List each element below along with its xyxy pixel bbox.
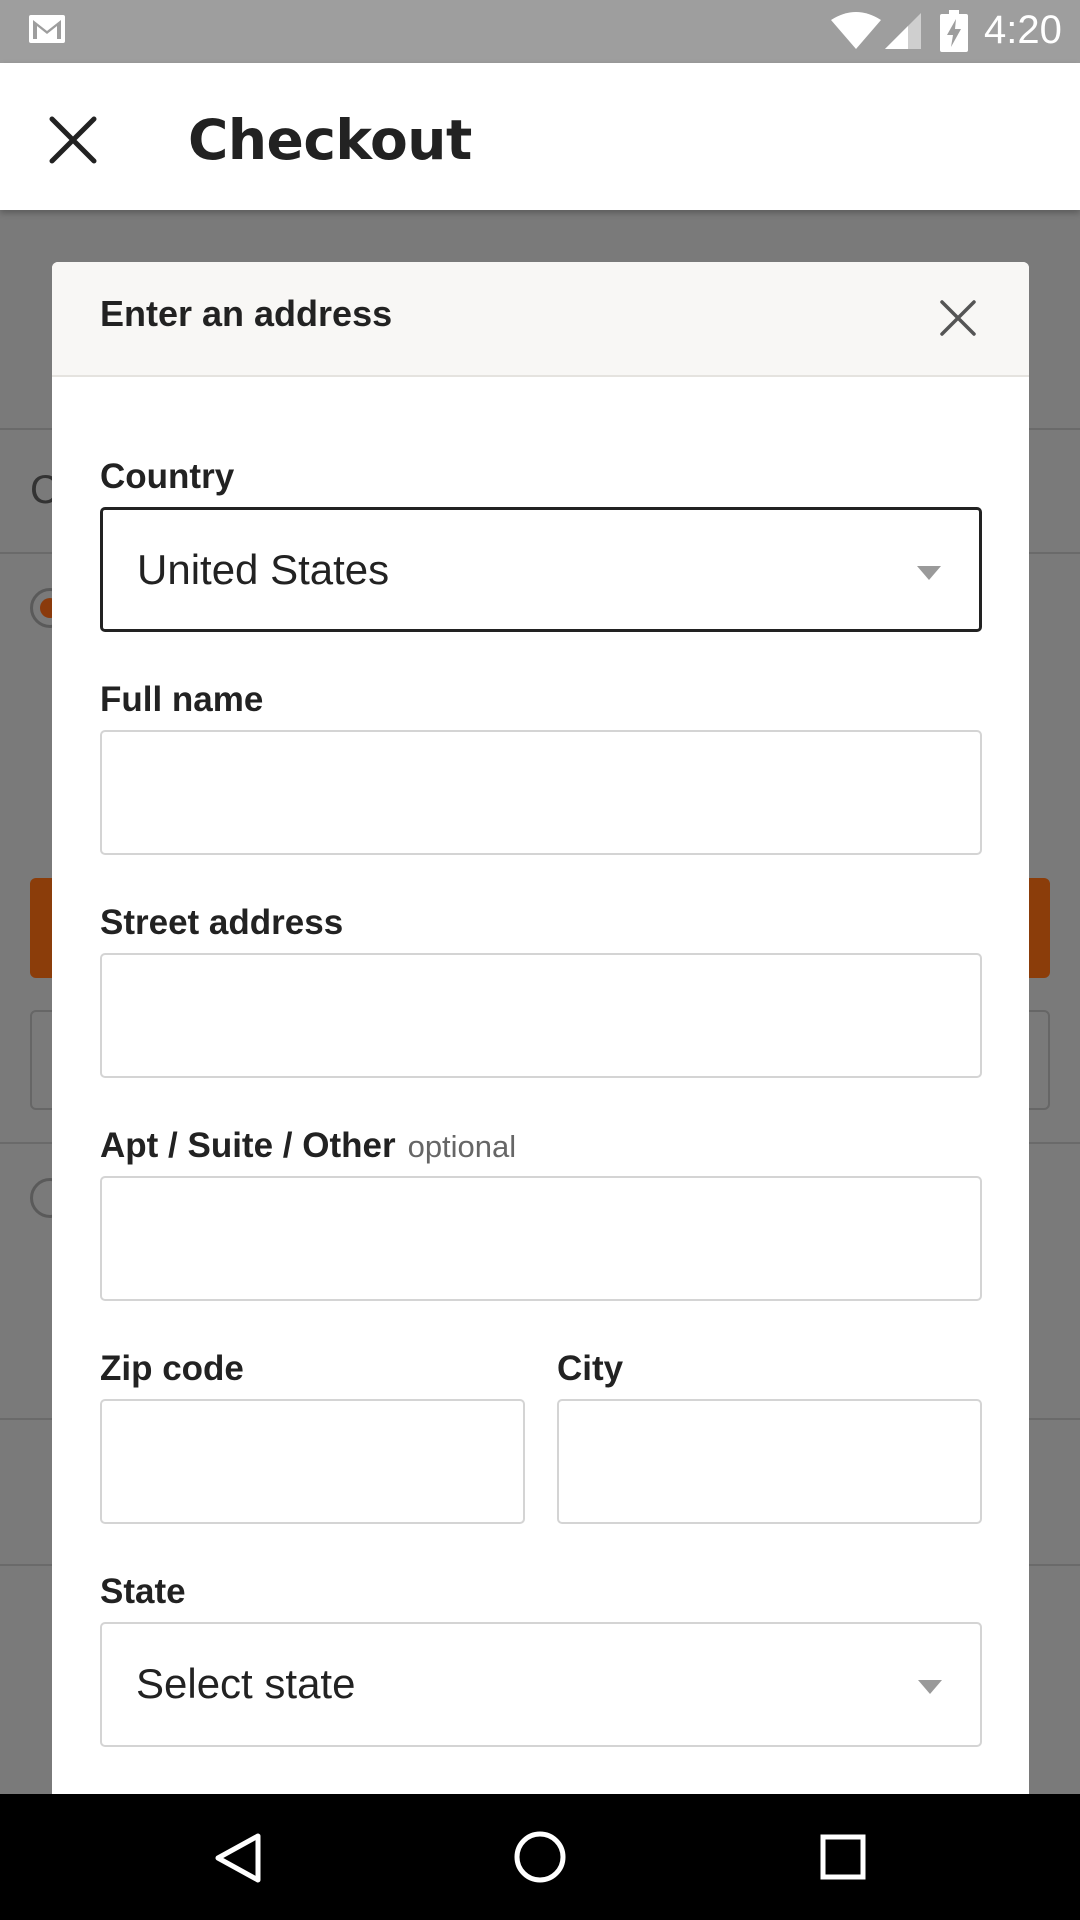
apt-input[interactable] (102, 1178, 980, 1299)
close-icon[interactable] (44, 111, 102, 169)
country-select[interactable]: United States (100, 507, 982, 632)
apt-label: Apt / Suite / Other optional (100, 1126, 516, 1166)
recents-icon[interactable] (820, 1834, 866, 1880)
state-placeholder: Select state (136, 1660, 356, 1707)
zip-code-input[interactable] (102, 1401, 523, 1522)
full-name-input[interactable] (102, 732, 980, 853)
country-value: United States (137, 546, 390, 593)
back-icon[interactable] (212, 1832, 262, 1884)
state-select[interactable]: Select state (100, 1622, 982, 1747)
country-label: Country (100, 457, 235, 496)
optional-hint: optional (407, 1129, 517, 1164)
zip-code-label: Zip code (100, 1349, 244, 1388)
battery-charging-icon (940, 10, 968, 52)
full-name-field-box (100, 730, 982, 855)
page-title: Checkout (188, 108, 472, 172)
status-time: 4:20 (984, 8, 1062, 52)
street-address-label: Street address (100, 903, 344, 942)
full-name-label: Full name (100, 680, 264, 719)
state-label: State (100, 1572, 186, 1611)
signal-icon (885, 13, 921, 49)
gmail-icon (29, 15, 65, 43)
street-address-field-box (100, 953, 982, 1078)
city-input[interactable] (559, 1401, 980, 1522)
modal-header: Enter an address (52, 262, 1029, 377)
street-address-input[interactable] (102, 955, 980, 1076)
city-field-box (557, 1399, 982, 1524)
home-icon[interactable] (513, 1830, 567, 1884)
modal-title: Enter an address (100, 293, 393, 334)
zip-code-field-box (100, 1399, 525, 1524)
status-bar: 4:20 (0, 0, 1080, 63)
app-bar: Checkout (0, 63, 1080, 210)
city-label: City (557, 1349, 624, 1388)
apt-field-box (100, 1176, 982, 1301)
chevron-down-icon (918, 1680, 942, 1694)
wifi-icon (831, 12, 881, 49)
close-icon[interactable] (939, 299, 977, 337)
chevron-down-icon (917, 566, 941, 580)
address-modal: Enter an address Country United States F… (52, 262, 1029, 1794)
apt-label-text: Apt / Suite / Other (100, 1126, 396, 1165)
system-nav-bar (0, 1794, 1080, 1920)
